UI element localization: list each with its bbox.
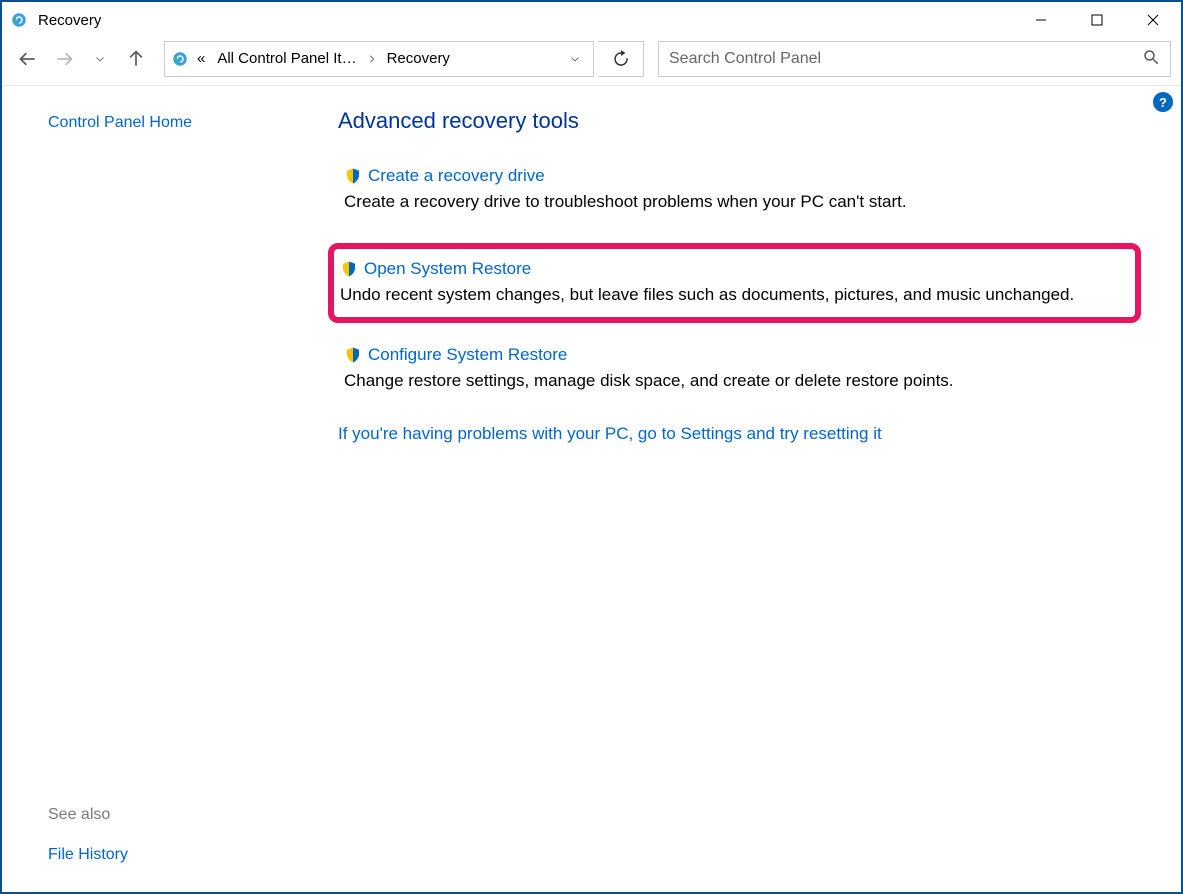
search-input[interactable] [669,50,1142,68]
window-controls [1013,2,1181,38]
configure-system-restore-link[interactable]: Configure System Restore [368,345,567,365]
reset-pc-link[interactable]: If you're having problems with your PC, … [338,424,1141,444]
breadcrumb-overflow[interactable]: « [191,42,211,76]
breadcrumb-chevron-icon[interactable] [363,54,381,64]
address-dropdown-button[interactable] [561,53,589,65]
tool-open-system-restore: Open System Restore Undo recent system c… [328,243,1141,324]
see-also-label: See also [48,806,322,824]
help-button[interactable]: ? [1153,92,1173,112]
control-panel-home-link[interactable]: Control Panel Home [48,114,322,132]
sidebar: Control Panel Home See also File History [2,86,322,892]
file-history-link[interactable]: File History [48,846,322,864]
minimize-button[interactable] [1013,2,1069,38]
create-recovery-drive-link[interactable]: Create a recovery drive [368,166,545,186]
open-system-restore-link[interactable]: Open System Restore [364,259,531,279]
close-button[interactable] [1125,2,1181,38]
breadcrumb-seg-1[interactable]: All Control Panel It… [211,42,362,76]
refresh-button[interactable] [598,41,644,77]
main-content: ? Advanced recovery tools Create a recov… [322,86,1181,892]
create-recovery-drive-desc: Create a recovery drive to troubleshoot … [344,190,1135,215]
tool-create-recovery-drive: Create a recovery drive Create a recover… [338,164,1141,217]
toolbar: « All Control Panel It… Recovery [2,38,1181,86]
up-button[interactable] [120,43,152,75]
tool-configure-system-restore: Configure System Restore Change restore … [338,343,1141,396]
breadcrumb-seg-2[interactable]: Recovery [381,42,456,76]
shield-icon [344,346,362,364]
search-box[interactable] [658,41,1171,77]
configure-system-restore-desc: Change restore settings, manage disk spa… [344,369,1135,394]
shield-icon [344,167,362,185]
location-icon [169,50,191,68]
window-title: Recovery [38,12,101,29]
recent-locations-button[interactable] [84,43,116,75]
maximize-button[interactable] [1069,2,1125,38]
shield-icon [340,260,358,278]
address-bar[interactable]: « All Control Panel It… Recovery [164,41,594,77]
titlebar: Recovery [2,2,1181,38]
forward-button[interactable] [48,43,80,75]
page-heading: Advanced recovery tools [338,108,1141,134]
search-icon[interactable] [1142,48,1160,70]
open-system-restore-desc: Undo recent system changes, but leave fi… [340,283,1127,308]
back-button[interactable] [12,43,44,75]
recovery-app-icon [10,10,30,30]
